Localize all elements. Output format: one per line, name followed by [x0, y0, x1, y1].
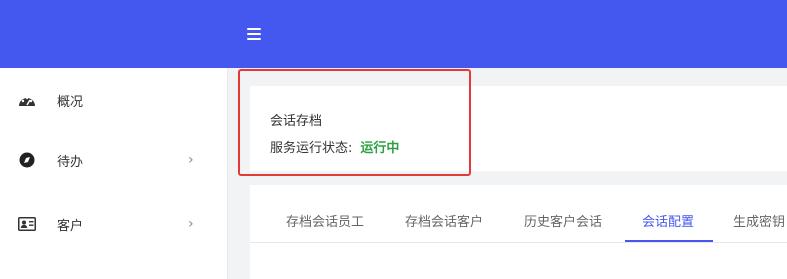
compass-icon	[18, 152, 36, 168]
sidebar-item-label: 客户	[57, 218, 84, 234]
tab-archived-employees[interactable]: 存档会话员工	[286, 211, 364, 230]
active-tab-indicator	[625, 240, 713, 242]
contact-card-icon	[18, 216, 36, 232]
tab-archived-customers[interactable]: 存档会话客户	[405, 211, 483, 230]
highlight-box	[238, 69, 471, 176]
sidebar-item-label: 概况	[57, 94, 84, 110]
sidebar: 概况 待办 › 客户 ›	[0, 68, 228, 279]
tab-bar: 存档会话员工 存档会话客户 历史客户会话 会话配置 生成密钥	[250, 185, 787, 243]
sidebar-item-label: 待办	[57, 154, 84, 170]
main-content: 会话存档 服务运行状态: 运行中 存档会话员工 存档会话客户 历史客户会话 会话配…	[238, 68, 787, 279]
top-header-bar	[0, 0, 787, 68]
sidebar-item-todo[interactable]: 待办 ›	[0, 140, 228, 180]
dashboard-gauge-icon	[18, 92, 36, 108]
chevron-right-icon: ›	[188, 152, 194, 168]
tab-history-conversations[interactable]: 历史客户会话	[524, 211, 602, 230]
chevron-right-icon: ›	[188, 216, 194, 232]
sidebar-item-customers[interactable]: 客户 ›	[0, 204, 228, 244]
sidebar-item-overview[interactable]: 概况	[0, 80, 228, 120]
tab-session-config[interactable]: 会话配置	[642, 211, 694, 230]
tab-generate-key[interactable]: 生成密钥	[733, 211, 785, 230]
hamburger-menu-icon[interactable]	[247, 28, 261, 40]
tabs-card: 存档会话员工 存档会话客户 历史客户会话 会话配置 生成密钥	[250, 185, 787, 279]
